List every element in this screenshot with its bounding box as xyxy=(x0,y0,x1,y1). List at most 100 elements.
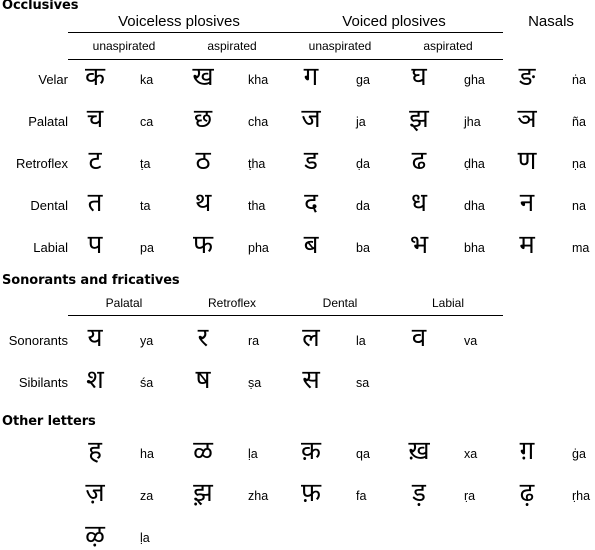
sub-header: aspirated xyxy=(423,39,473,53)
romanization: ca xyxy=(140,115,154,129)
devanagari-glyph: ठ xyxy=(195,146,211,176)
romanization: va xyxy=(464,334,478,348)
row-label: Sibilants xyxy=(18,375,68,390)
devanagari-glyph: ङ xyxy=(518,62,536,92)
romanization: śa xyxy=(140,376,154,390)
romanization: ha xyxy=(140,447,154,461)
row-label: Dental xyxy=(30,198,68,213)
romanization: ṛa xyxy=(464,489,476,503)
devanagari-glyph: घ xyxy=(411,62,427,92)
group-header: Voiced plosives xyxy=(342,13,446,30)
devanagari-glyph: ल xyxy=(302,323,320,353)
row-label: Velar xyxy=(38,72,68,87)
section-heading-sonorants: Sonorants and fricatives xyxy=(2,273,180,288)
devanagari-glyph: त xyxy=(87,188,103,218)
romanization: ṭha xyxy=(248,157,266,171)
devanagari-glyph: ष xyxy=(195,365,211,395)
group-header: Voiceless plosives xyxy=(118,13,240,30)
romanization: ga xyxy=(356,73,370,87)
devanagari-glyph: फ़ xyxy=(300,478,322,508)
table-rule xyxy=(68,315,503,316)
devanagari-glyph: ध xyxy=(411,188,427,218)
romanization: ṣa xyxy=(248,376,262,390)
romanization: gha xyxy=(464,73,485,87)
column-header: Retroflex xyxy=(207,296,257,310)
romanization: za xyxy=(140,489,154,503)
romanization: ṛha xyxy=(572,489,591,503)
devanagari-glyph: ञ xyxy=(517,104,537,134)
devanagari-glyph: ज़ xyxy=(85,478,105,508)
romanization: ña xyxy=(572,115,586,129)
devanagari-glyph: झ़ xyxy=(193,478,213,508)
romanization: ja xyxy=(356,115,366,129)
romanization: tha xyxy=(248,199,266,213)
devanagari-glyph: ऴ xyxy=(85,520,105,550)
devanagari-glyph: ग xyxy=(303,62,319,92)
group-header: Nasals xyxy=(528,13,574,30)
romanization: ma xyxy=(572,241,590,255)
romanization: ra xyxy=(248,334,260,348)
section-heading-other-letters: Other letters xyxy=(2,414,96,429)
devanagari-glyph: भ xyxy=(409,230,429,260)
devanagari-glyph: ड xyxy=(304,146,318,176)
romanization: ṭa xyxy=(140,157,151,171)
devanagari-glyph: ट xyxy=(88,146,102,176)
romanization: ya xyxy=(140,334,154,348)
romanization: ta xyxy=(140,199,151,213)
devanagari-glyph: ह xyxy=(88,436,102,466)
devanagari-glyph: ज xyxy=(301,104,321,134)
romanization: zha xyxy=(248,489,269,503)
devanagari-glyph: श xyxy=(86,365,104,395)
romanization: bha xyxy=(464,241,485,255)
table-rule xyxy=(68,59,503,60)
romanization: ḷa xyxy=(248,447,258,461)
romanization: dha xyxy=(464,199,485,213)
devanagari-glyph: फ xyxy=(192,230,214,260)
row-label: Palatal xyxy=(28,114,68,129)
row-label: Labial xyxy=(33,240,68,255)
devanagari-glyph: ब xyxy=(303,230,319,260)
devanagari-glyph: ग़ xyxy=(519,436,535,466)
devanagari-glyph: झ xyxy=(409,104,429,134)
devanagari-glyph: ढ़ xyxy=(519,478,535,508)
romanization: ṇa xyxy=(572,157,586,171)
romanization: cha xyxy=(248,115,269,129)
romanization: ḍha xyxy=(464,157,485,171)
sub-header: aspirated xyxy=(207,39,257,53)
sub-header: unaspirated xyxy=(92,39,156,53)
romanization: ḷa xyxy=(140,531,150,545)
romanization: ḍa xyxy=(356,157,370,171)
devanagari-glyph: छ xyxy=(193,104,213,134)
romanization: qa xyxy=(356,447,370,461)
devanagari-glyph: य xyxy=(87,323,103,353)
column-header: Palatal xyxy=(105,296,143,310)
romanization: kha xyxy=(248,73,269,87)
romanization: xa xyxy=(464,447,478,461)
column-header: Dental xyxy=(322,296,358,310)
romanization: sa xyxy=(356,376,370,390)
devanagari-glyph: ढ xyxy=(411,146,427,176)
devanagari-glyph: क़ xyxy=(301,436,321,466)
romanization: ṅa xyxy=(572,73,586,87)
devanagari-glyph: न xyxy=(519,188,535,218)
devanagari-glyph: व xyxy=(411,323,427,353)
devanagari-glyph: ड़ xyxy=(412,478,426,508)
table-rule xyxy=(68,32,503,33)
devanagari-glyph: प xyxy=(87,230,103,260)
devanagari-glyph: र xyxy=(197,323,209,353)
devanagari-glyph: स xyxy=(302,365,320,395)
sub-header: unaspirated xyxy=(308,39,372,53)
devanagari-glyph: च xyxy=(86,104,104,134)
romanization: fa xyxy=(356,489,367,503)
romanization: na xyxy=(572,199,586,213)
row-label: Sonorants xyxy=(8,333,68,348)
devanagari-glyph: ख़ xyxy=(408,436,430,466)
romanization: ka xyxy=(140,73,154,87)
row-label: Retroflex xyxy=(15,156,68,171)
devanagari-glyph: ख xyxy=(192,62,214,92)
romanization: ba xyxy=(356,241,370,255)
section-heading-occlusives: Occlusives xyxy=(2,0,79,13)
devanagari-glyph: ण xyxy=(517,146,537,176)
romanization: pha xyxy=(248,241,269,255)
romanization: da xyxy=(356,199,370,213)
